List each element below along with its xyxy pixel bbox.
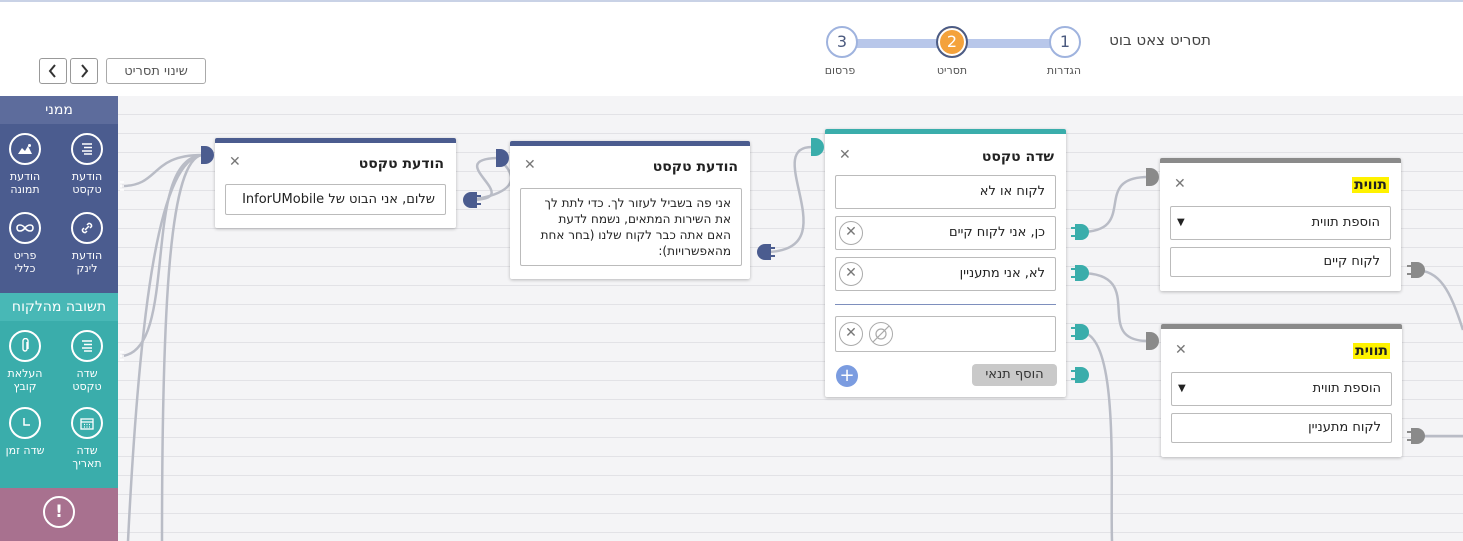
output-port[interactable]: [1071, 324, 1089, 340]
input-port[interactable]: [201, 146, 214, 164]
input-port[interactable]: [811, 138, 824, 156]
output-port[interactable]: [463, 192, 481, 208]
output-port[interactable]: [757, 244, 775, 260]
input-port[interactable]: [1146, 332, 1159, 350]
palette-output-port[interactable]: [120, 181, 124, 191]
palette-output-port[interactable]: [120, 351, 124, 361]
output-port[interactable]: [1071, 367, 1089, 383]
output-port[interactable]: [1407, 428, 1425, 444]
node-ports: [120, 138, 1425, 444]
input-port[interactable]: [1146, 168, 1159, 186]
output-port[interactable]: [1071, 224, 1089, 240]
input-port[interactable]: [496, 149, 509, 167]
output-port[interactable]: [1071, 265, 1089, 281]
output-port[interactable]: [1407, 262, 1425, 278]
